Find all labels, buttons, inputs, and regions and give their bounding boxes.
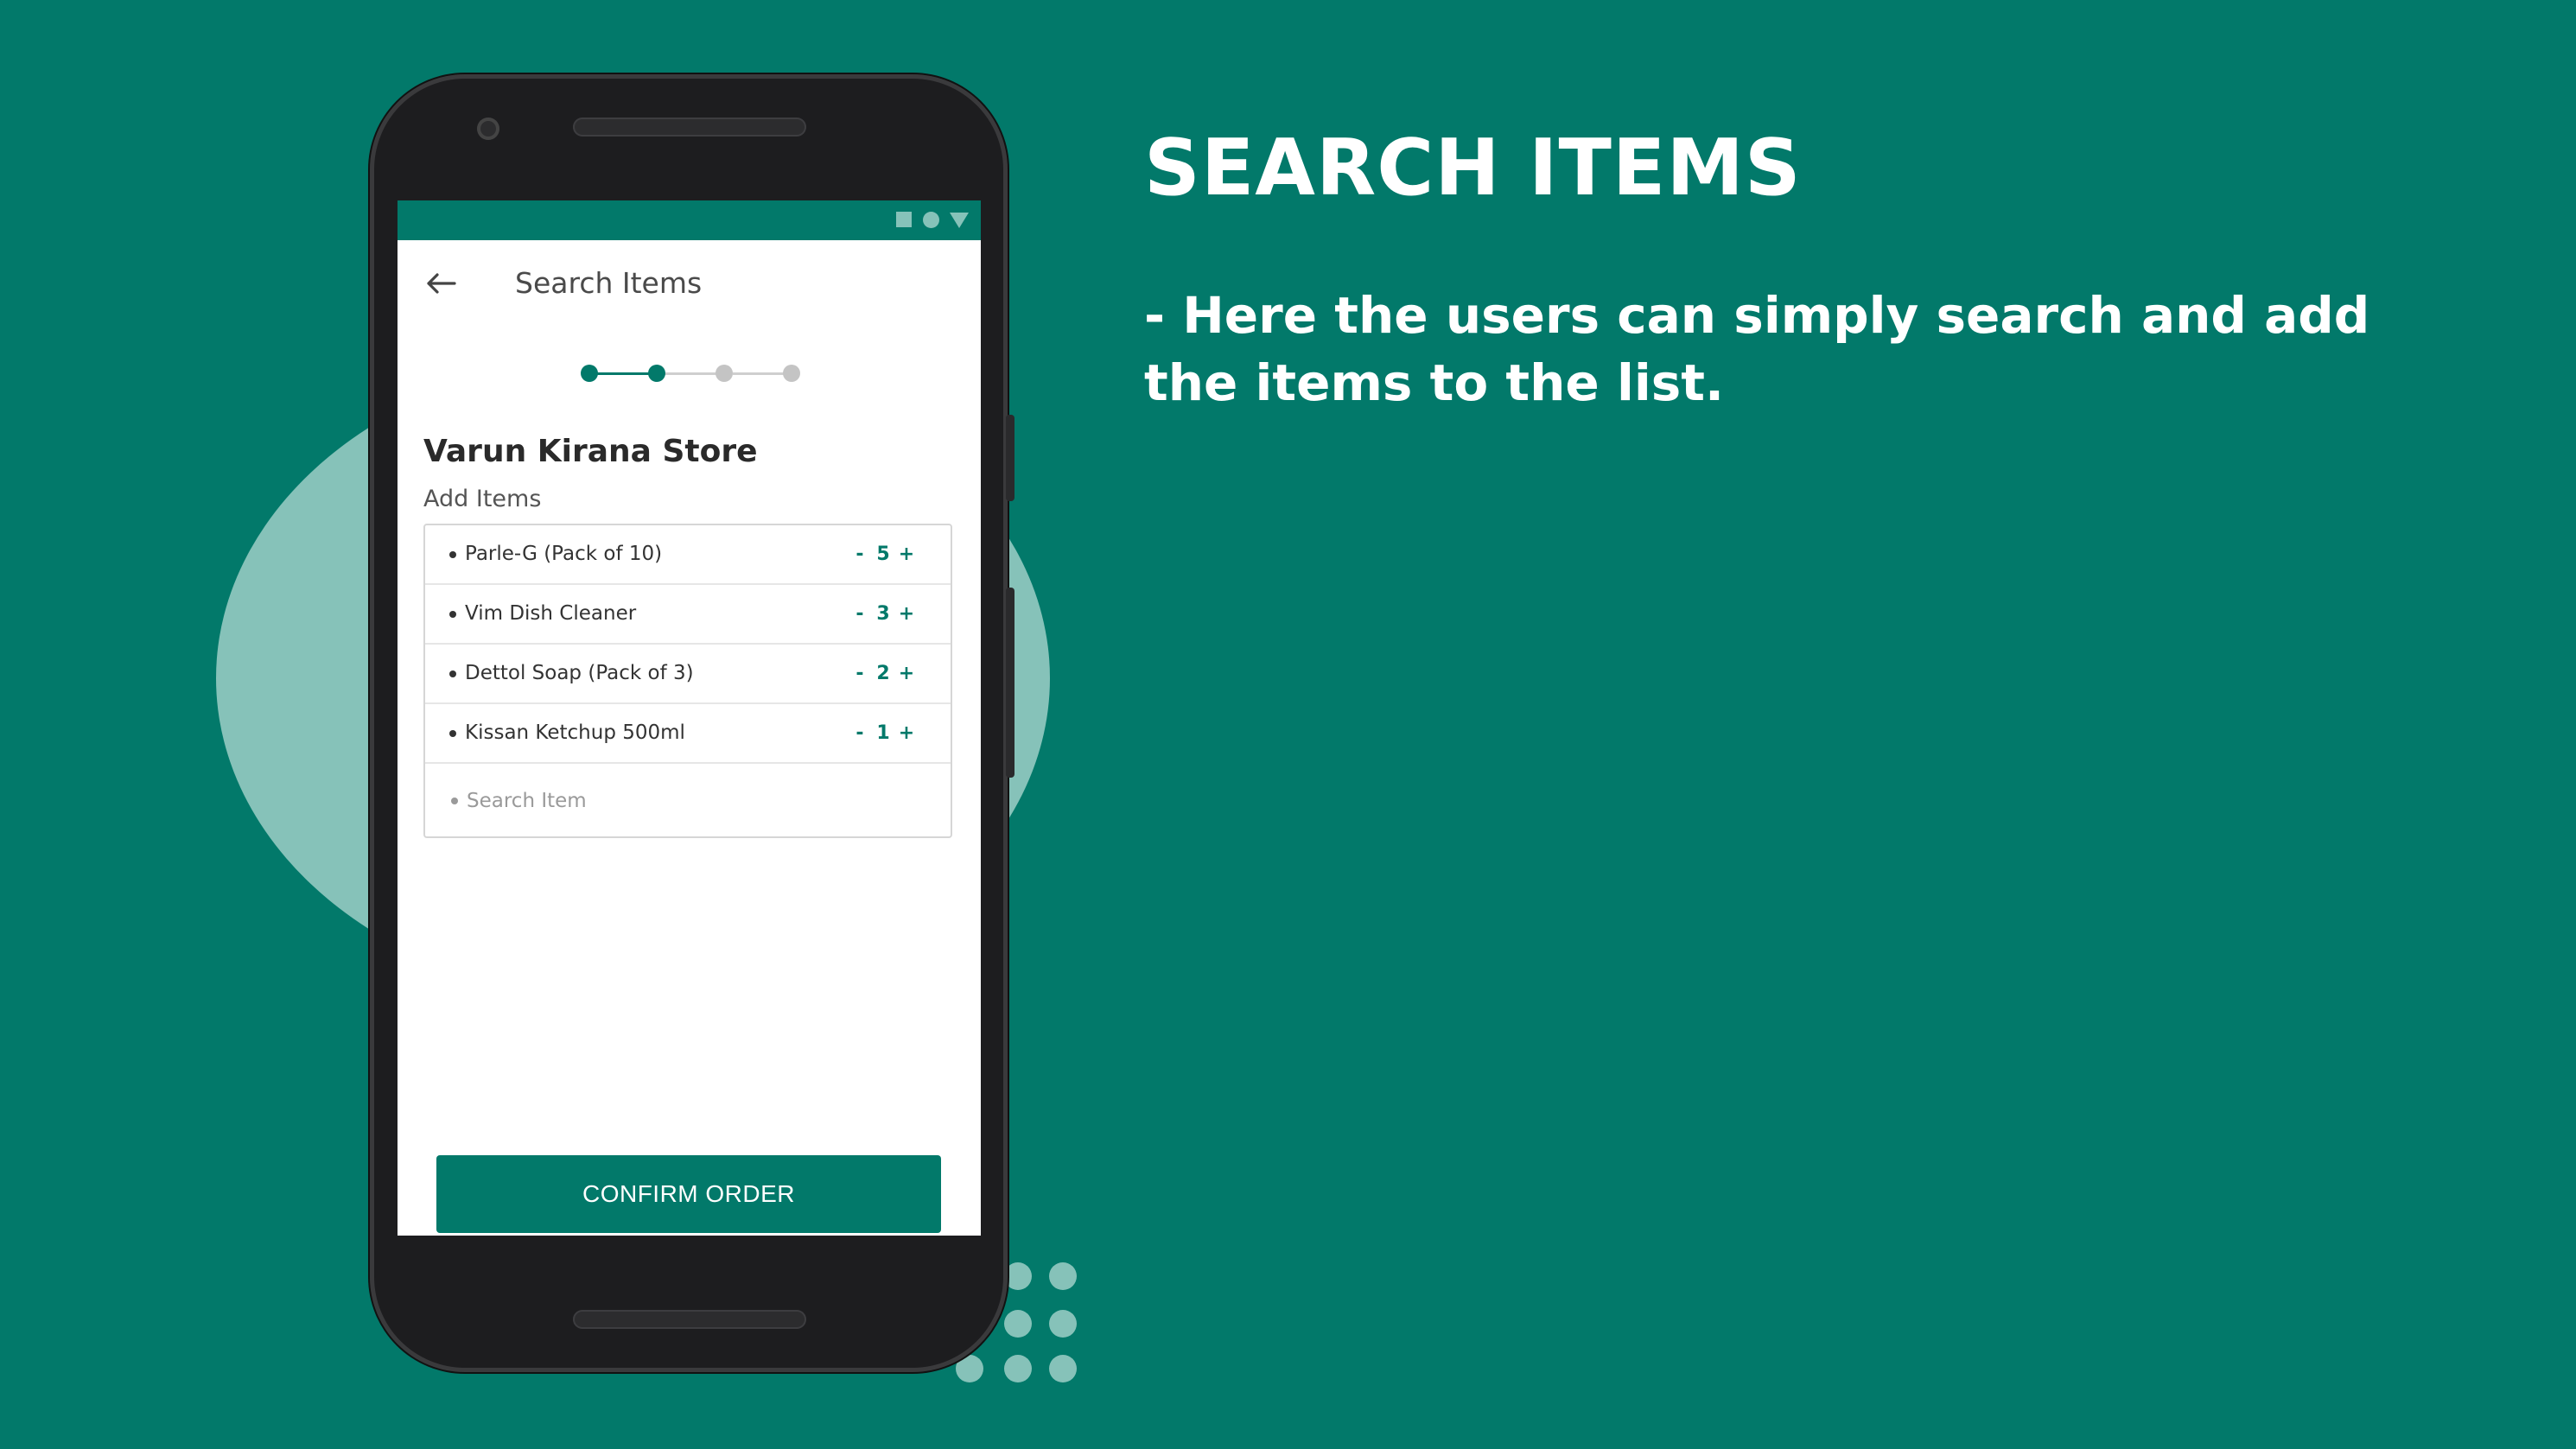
increase-button[interactable]: + [897, 525, 916, 583]
page-title: Search Items [515, 266, 703, 300]
phone-side-button [1006, 415, 1014, 501]
decrease-button[interactable]: - [850, 525, 869, 583]
app-header: Search Items [398, 240, 981, 327]
decorative-dot [1004, 1355, 1032, 1382]
step-connector [596, 372, 653, 375]
confirm-order-button[interactable]: CONFIRM ORDER [436, 1155, 941, 1233]
store-name: Varun Kirana Store [423, 434, 758, 469]
phone-speaker [573, 118, 806, 137]
item-name: Parle-G (Pack of 10) [449, 525, 662, 583]
decorative-dot [1049, 1310, 1077, 1338]
quantity-value: 5 [876, 543, 890, 565]
list-item: Dettol Soap (Pack of 3) -2 + [425, 645, 951, 704]
quantity-stepper: -1 + [850, 704, 916, 762]
bullet [449, 610, 456, 618]
step-connector [664, 372, 722, 375]
decrease-button[interactable]: - [850, 645, 869, 702]
square-icon [896, 212, 912, 227]
step-dot [716, 365, 733, 382]
decorative-dot [1004, 1262, 1032, 1290]
step-dot [648, 365, 665, 382]
items-list: Parle-G (Pack of 10) -5 + Vim Dish Cleane… [423, 524, 952, 838]
item-name: Vim Dish Cleaner [449, 585, 636, 643]
decorative-dot [1049, 1355, 1077, 1382]
item-label: Dettol Soap (Pack of 3) [465, 662, 694, 684]
item-label: Parle-G (Pack of 10) [465, 543, 663, 565]
quantity-value: 1 [876, 722, 890, 744]
list-item: Parle-G (Pack of 10) -5 + [425, 525, 951, 585]
list-item: Vim Dish Cleaner -3 + [425, 585, 951, 645]
app-screen: Search Items Varun Kirana Store Add Item… [398, 200, 981, 1236]
item-name: Dettol Soap (Pack of 3) [449, 645, 694, 702]
circle-icon [923, 212, 939, 228]
quantity-stepper: -3 + [850, 585, 916, 643]
slide-description: - Here the users can simply search and a… [1144, 286, 2370, 412]
arrow-left-icon[interactable] [423, 266, 458, 301]
front-camera [477, 118, 499, 140]
quantity-value: 3 [876, 603, 890, 625]
triangle-icon [950, 213, 969, 228]
item-name: Kissan Ketchup 500ml [449, 704, 685, 762]
bullet [449, 670, 456, 677]
step-dot [581, 365, 598, 382]
decrease-button[interactable]: - [850, 585, 869, 643]
increase-button[interactable]: + [897, 585, 916, 643]
decrease-button[interactable]: - [850, 704, 869, 762]
increase-button[interactable]: + [897, 645, 916, 702]
phone-mockup: Search Items Varun Kirana Store Add Item… [370, 74, 1014, 1372]
increase-button[interactable]: + [897, 704, 916, 762]
search-input[interactable] [425, 764, 951, 838]
decorative-dot [1049, 1262, 1077, 1290]
item-label: Kissan Ketchup 500ml [465, 721, 685, 744]
add-items-label: Add Items [423, 486, 542, 512]
item-label: Vim Dish Cleaner [465, 602, 637, 625]
phone-side-button [1006, 588, 1014, 778]
quantity-stepper: -5 + [850, 525, 916, 583]
phone-speaker [573, 1310, 806, 1329]
search-row [425, 764, 951, 838]
slide-title: SEARCH ITEMS [1144, 123, 1802, 213]
quantity-value: 2 [876, 663, 890, 684]
list-item: Kissan Ketchup 500ml -1 + [425, 704, 951, 764]
bullet [449, 729, 456, 737]
quantity-stepper: -2 + [850, 645, 916, 702]
decorative-dot [1004, 1310, 1032, 1338]
progress-stepper [581, 365, 809, 382]
step-dot [783, 365, 800, 382]
status-bar [398, 200, 981, 240]
bullet [449, 550, 456, 558]
